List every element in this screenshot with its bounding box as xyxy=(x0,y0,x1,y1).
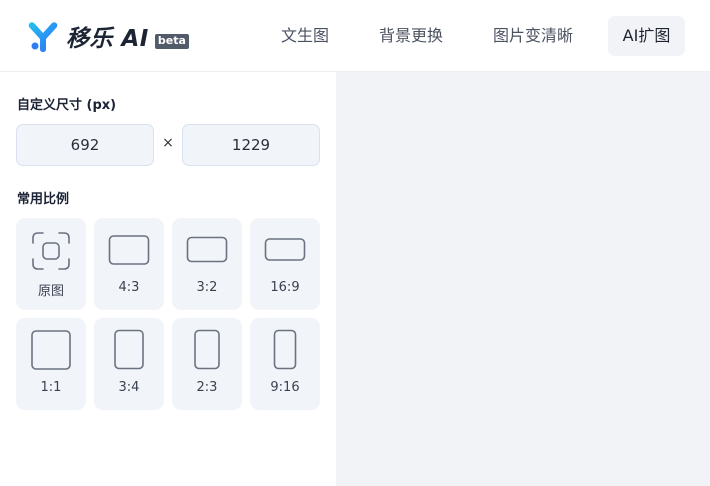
ratio-label: 2:3 xyxy=(196,380,218,395)
brand-name: 移乐 AI xyxy=(66,26,149,52)
logo-icon xyxy=(28,22,58,52)
ratio-1-1-button[interactable]: 1:1 xyxy=(16,318,86,410)
nav-background-replace[interactable]: 背景更换 xyxy=(368,16,454,56)
ratio-label: 9:16 xyxy=(270,380,300,395)
ratio-16-9-icon xyxy=(264,238,306,261)
beta-badge: beta xyxy=(154,33,189,49)
ratio-label: 16:9 xyxy=(270,280,300,295)
original-frame-icon xyxy=(32,232,70,270)
nav-image-sharpen[interactable]: 图片变清晰 xyxy=(482,16,584,56)
ratio-16-9-button[interactable]: 16:9 xyxy=(250,218,320,310)
ratios-title: 常用比例 xyxy=(17,192,70,207)
ratio-9-16-icon xyxy=(273,329,297,370)
custom-size-title: 自定义尺寸 (px) xyxy=(17,98,117,113)
ratio-4-3-icon xyxy=(108,235,150,265)
dimension-separator: × xyxy=(162,135,174,151)
ratio-original-button[interactable]: 原图 xyxy=(16,218,86,310)
brand-logo[interactable]: 移乐 AI beta xyxy=(26,18,189,54)
ratio-1-1-icon xyxy=(31,330,71,370)
height-input[interactable]: 1229 xyxy=(182,124,320,166)
nav-ai-outpaint[interactable]: AI扩图 xyxy=(608,16,685,56)
ratio-label: 3:4 xyxy=(118,380,140,395)
ratio-3-4-button[interactable]: 3:4 xyxy=(94,318,164,410)
top-header: 移乐 AI beta 文生图 背景更换 图片变清晰 AI扩图 xyxy=(0,0,710,72)
width-input[interactable]: 692 xyxy=(16,124,154,166)
ratio-3-2-button[interactable]: 3:2 xyxy=(172,218,242,310)
ratio-label: 4:3 xyxy=(118,280,140,295)
ratio-label: 3:2 xyxy=(196,280,218,295)
ratio-4-3-button[interactable]: 4:3 xyxy=(94,218,164,310)
ratio-3-2-icon xyxy=(186,236,228,263)
ratio-label: 1:1 xyxy=(40,380,62,395)
preview-canvas[interactable] xyxy=(336,72,710,486)
ratio-2-3-icon xyxy=(194,329,220,370)
ratio-label: 原图 xyxy=(37,284,64,299)
nav-text-to-image[interactable]: 文生图 xyxy=(270,16,340,56)
ratio-3-4-icon xyxy=(114,329,144,370)
ratio-2-3-button[interactable]: 2:3 xyxy=(172,318,242,410)
settings-panel: 自定义尺寸 (px) 692 × 1229 常用比例 原图 4:3 3:2 16… xyxy=(0,72,336,486)
ratio-9-16-button[interactable]: 9:16 xyxy=(250,318,320,410)
